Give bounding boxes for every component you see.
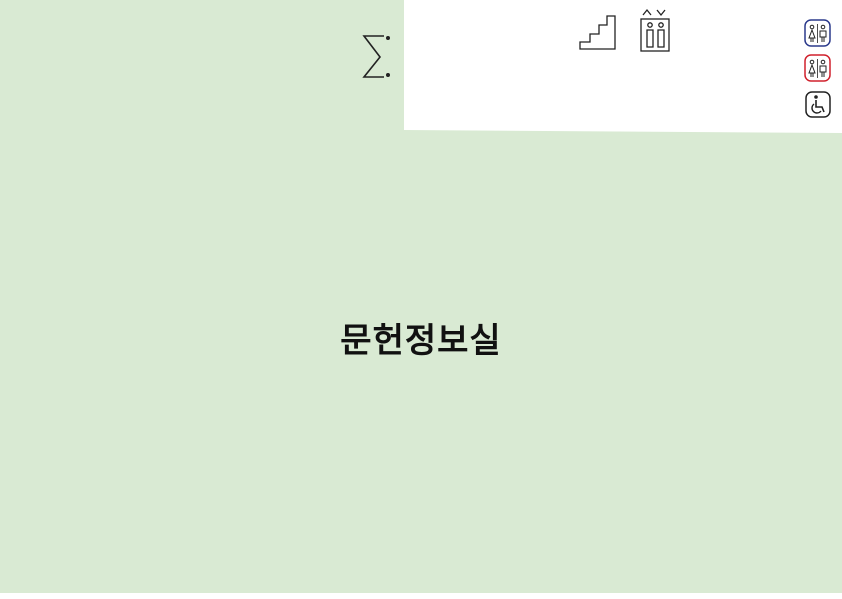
restroom-icon bbox=[804, 54, 831, 82]
restroom-icon bbox=[804, 19, 831, 47]
room-label: 문헌정보실 bbox=[340, 321, 502, 361]
wheelchair-icon bbox=[805, 91, 831, 118]
floor-plan-svg bbox=[0, 0, 842, 593]
elevator-icon bbox=[640, 8, 670, 52]
stairs-icon bbox=[579, 15, 616, 50]
floor-map: 문헌정보실 bbox=[0, 0, 842, 595]
room-area bbox=[0, 0, 842, 593]
